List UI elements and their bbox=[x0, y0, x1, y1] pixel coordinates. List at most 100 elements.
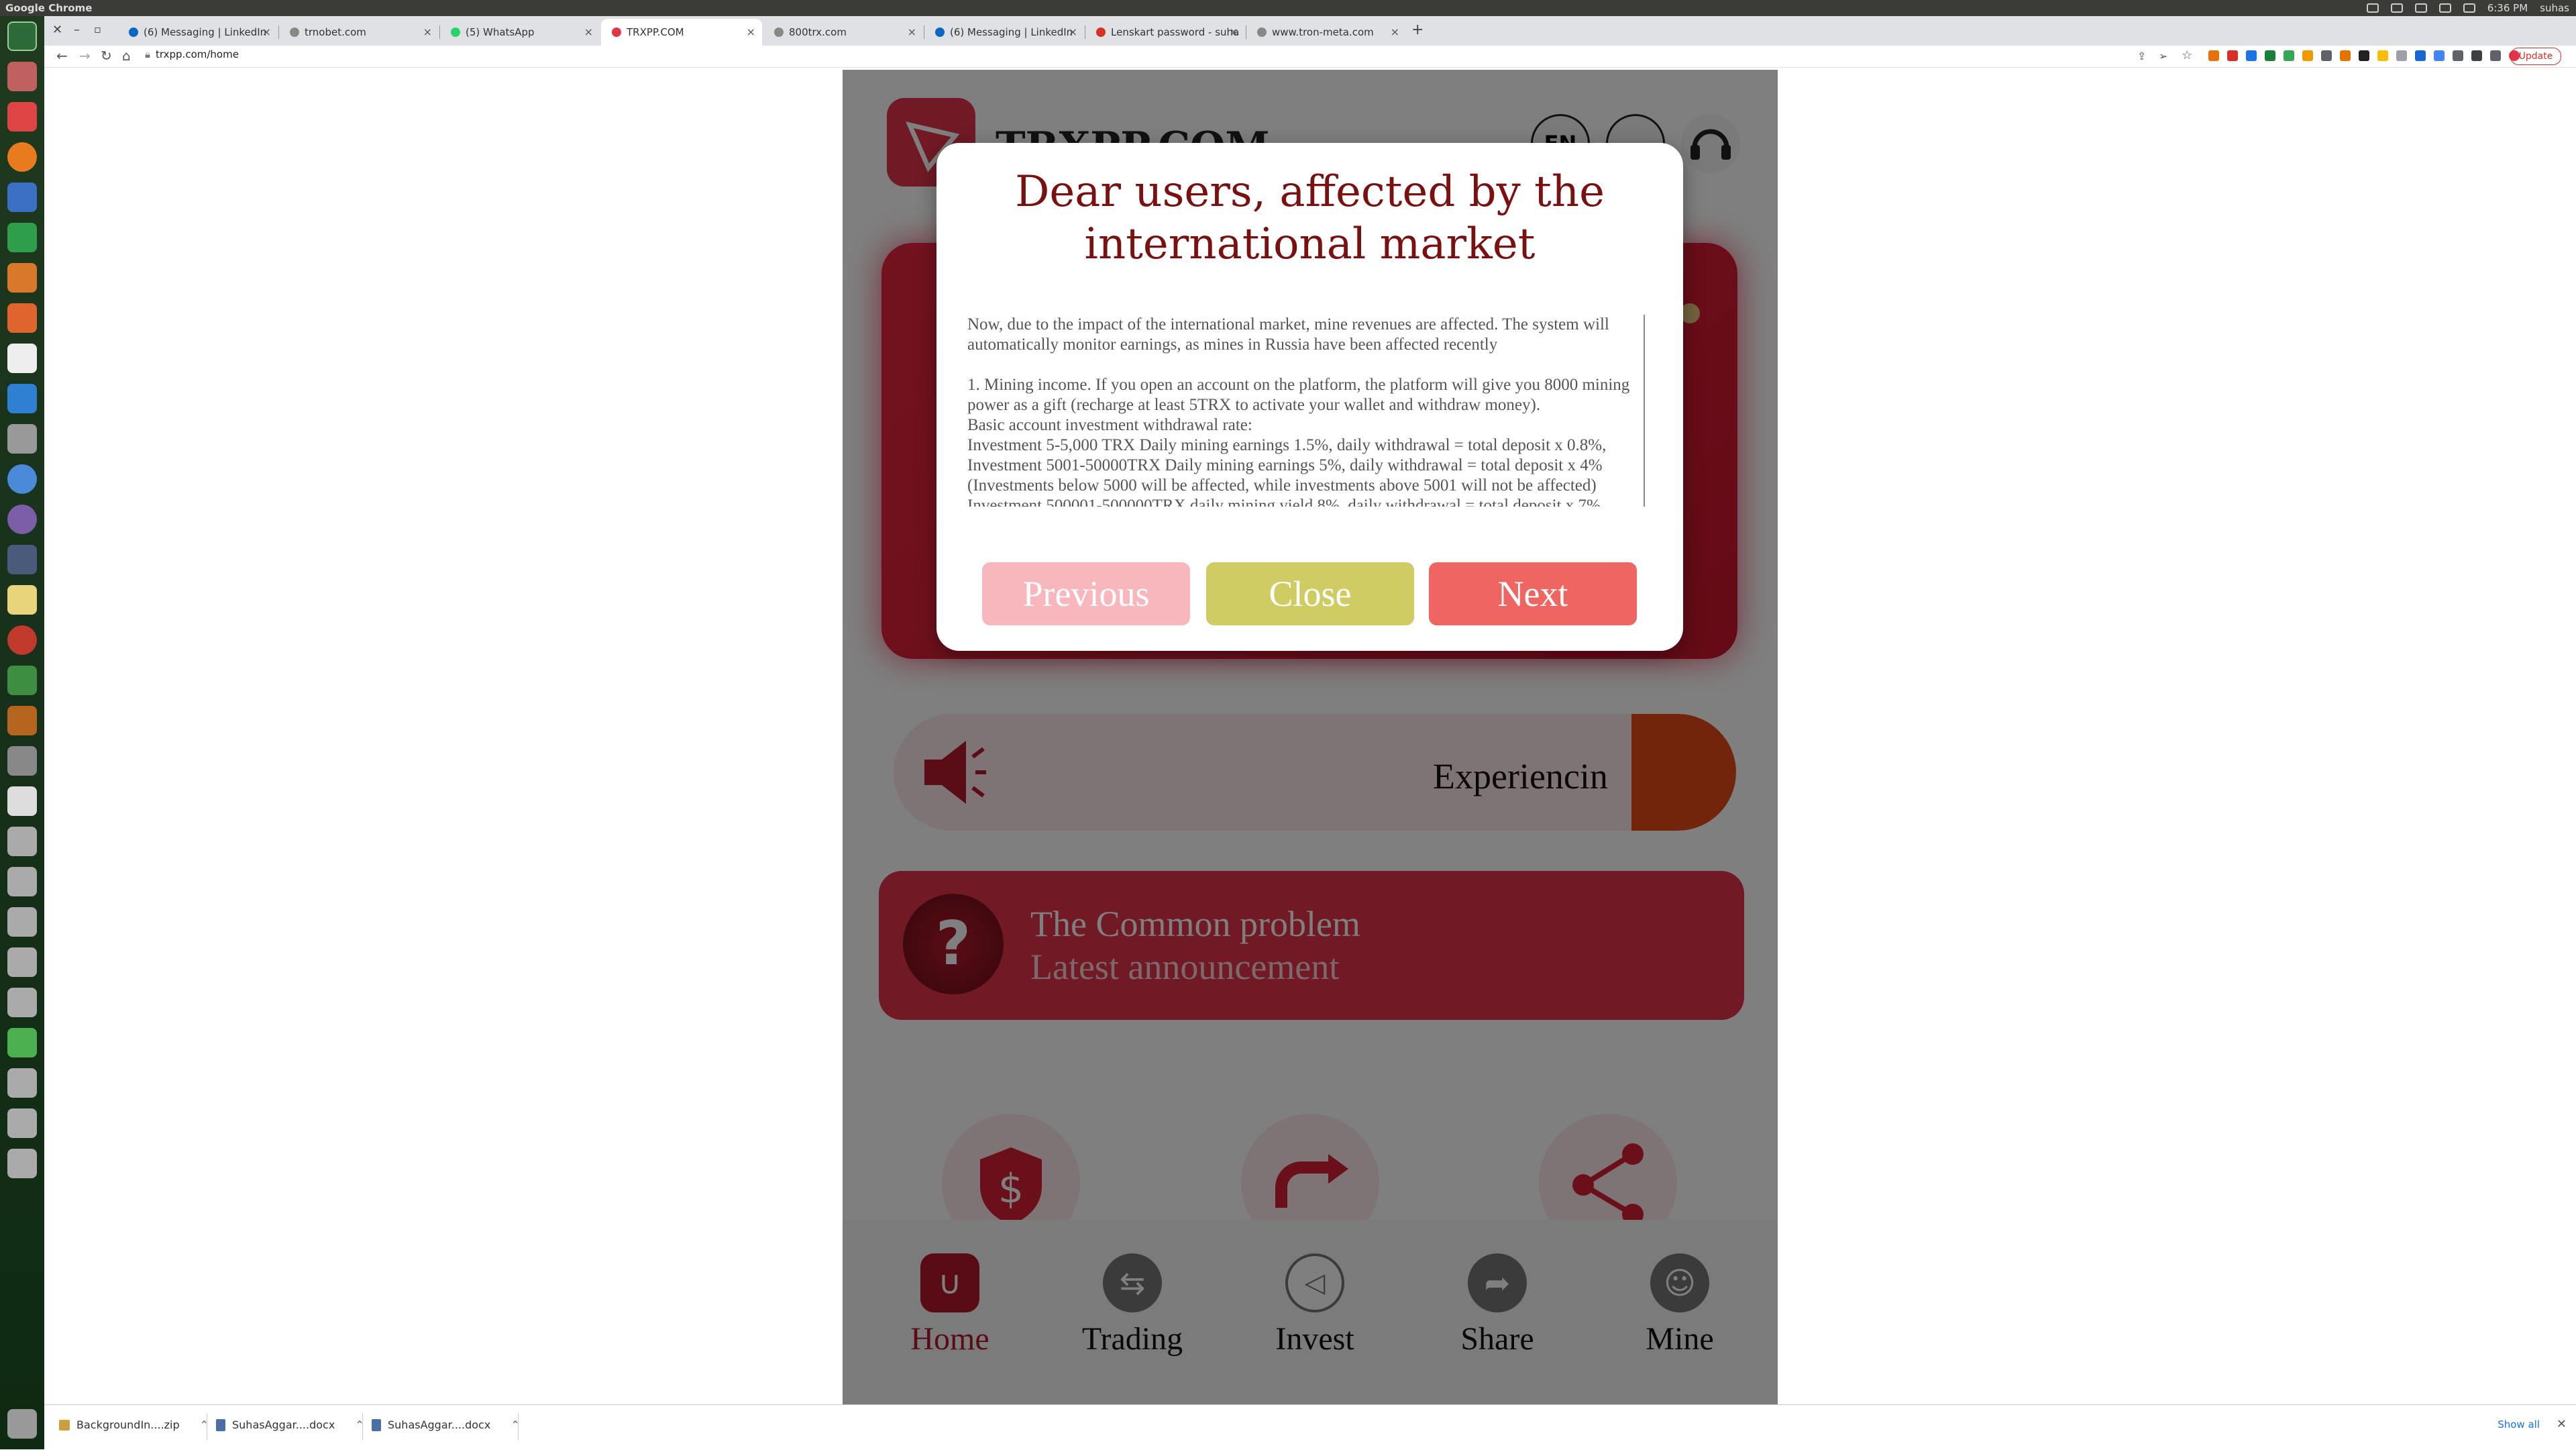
extension-icon[interactable] bbox=[2415, 50, 2426, 61]
tab-trxpp[interactable]: TRXPP.COM × bbox=[601, 19, 762, 46]
tab-tron-meta[interactable]: www.tron-meta.com × bbox=[1246, 19, 1406, 46]
modal-body-scroll[interactable]: Now, due to the impact of the internatio… bbox=[967, 315, 1645, 507]
keyboard-icon[interactable] bbox=[2390, 3, 2403, 13]
send-icon[interactable]: ➢ bbox=[2159, 50, 2167, 62]
extension-icon[interactable] bbox=[2359, 50, 2369, 61]
close-downloads-icon[interactable]: ✕ bbox=[2557, 1417, 2567, 1431]
sidebar-icon[interactable] bbox=[2490, 50, 2501, 61]
drive-icon[interactable] bbox=[7, 988, 37, 1017]
drive-icon[interactable] bbox=[7, 907, 37, 937]
close-button[interactable]: Close bbox=[1206, 562, 1414, 625]
extension-icon[interactable] bbox=[2434, 50, 2445, 61]
bookmark-star-icon[interactable]: ☆ bbox=[2182, 48, 2192, 62]
extension-icon[interactable] bbox=[2246, 50, 2257, 61]
window-close-icon[interactable]: ✕ bbox=[52, 23, 62, 37]
extension-icon[interactable] bbox=[2284, 50, 2294, 61]
tab-close-icon[interactable]: × bbox=[747, 25, 755, 38]
back-icon[interactable]: ← bbox=[56, 48, 68, 64]
reload-icon[interactable]: ↻ bbox=[101, 48, 112, 64]
tab-gmail-lenskart[interactable]: Lenskart password - suha × bbox=[1085, 19, 1245, 46]
download-item[interactable]: BackgroundIn....zip ⌃ bbox=[59, 1418, 209, 1431]
battery-icon[interactable] bbox=[2438, 3, 2451, 13]
download-item[interactable]: SuhasAggar....docx ⌃ bbox=[372, 1418, 520, 1431]
drive-icon[interactable] bbox=[7, 1028, 37, 1057]
lock-icon[interactable]: 🔒︎ bbox=[145, 48, 150, 60]
next-button[interactable]: Next bbox=[1429, 562, 1637, 625]
tab-whatsapp[interactable]: (5) WhatsApp × bbox=[440, 19, 600, 46]
files-app-icon[interactable] bbox=[7, 62, 37, 91]
extension-icon[interactable] bbox=[2377, 50, 2388, 61]
app-icon[interactable] bbox=[7, 746, 37, 776]
tab-close-icon[interactable]: × bbox=[423, 25, 432, 38]
app-icon[interactable] bbox=[7, 625, 37, 655]
calc-icon[interactable] bbox=[7, 223, 37, 252]
drive-icon[interactable] bbox=[7, 1149, 37, 1178]
text-editor-icon[interactable] bbox=[7, 786, 37, 816]
window-minimize-icon[interactable]: – bbox=[74, 23, 80, 37]
writer-icon[interactable] bbox=[7, 183, 37, 212]
drive-icon[interactable] bbox=[7, 1108, 37, 1138]
address-bar[interactable]: 🔒︎ trxpp.com/home bbox=[145, 48, 239, 60]
drive-icon[interactable] bbox=[7, 827, 37, 856]
impress-icon[interactable] bbox=[7, 263, 37, 293]
media-app-icon[interactable] bbox=[7, 102, 37, 132]
extension-icon[interactable] bbox=[2302, 50, 2313, 61]
forward-icon[interactable]: → bbox=[79, 48, 91, 64]
settings-icon[interactable] bbox=[7, 424, 37, 454]
extension-icon[interactable] bbox=[2396, 50, 2407, 61]
chevron-up-icon[interactable]: ⌃ bbox=[200, 1418, 209, 1431]
trash-icon[interactable] bbox=[7, 1409, 37, 1439]
tab-close-icon[interactable]: × bbox=[1069, 25, 1077, 38]
app-icon[interactable] bbox=[7, 706, 37, 735]
modal-paragraph bbox=[967, 355, 1638, 375]
download-divider bbox=[362, 1413, 363, 1440]
software-center-icon[interactable] bbox=[7, 303, 37, 333]
tab-800trx[interactable]: 800trx.com × bbox=[763, 19, 923, 46]
update-chrome-button[interactable]: Update bbox=[2510, 48, 2561, 65]
app-icon[interactable] bbox=[7, 666, 37, 695]
download-filename: SuhasAggar....docx bbox=[388, 1418, 491, 1431]
new-tab-button[interactable]: + bbox=[1411, 21, 1424, 38]
dash-home-icon[interactable] bbox=[7, 21, 37, 51]
extension-icon[interactable] bbox=[2321, 50, 2332, 61]
network-icon[interactable] bbox=[2366, 3, 2379, 13]
active-app-title: Google Chrome bbox=[5, 2, 93, 14]
extension-puzzle-icon[interactable] bbox=[2471, 50, 2482, 61]
window-maximize-icon[interactable]: ▫ bbox=[94, 23, 101, 36]
extension-icon[interactable] bbox=[2208, 50, 2219, 61]
amazon-icon[interactable] bbox=[7, 344, 37, 373]
app-icon[interactable] bbox=[7, 545, 37, 574]
gmail-favicon-icon bbox=[1096, 28, 1106, 37]
download-item[interactable]: SuhasAggar....docx ⌃ bbox=[216, 1418, 364, 1431]
chrome-icon[interactable] bbox=[7, 464, 37, 494]
tab-linkedin-messaging-2[interactable]: (6) Messaging | LinkedIn × bbox=[924, 19, 1084, 46]
tab-close-icon[interactable]: × bbox=[262, 25, 271, 38]
extension-icon[interactable] bbox=[2453, 50, 2463, 61]
clock[interactable]: 6:36 PM bbox=[2487, 2, 2528, 14]
extension-icon[interactable] bbox=[2227, 50, 2238, 61]
home-button-icon[interactable]: ⌂ bbox=[122, 48, 131, 64]
drive-icon[interactable] bbox=[7, 867, 37, 896]
tab-close-icon[interactable]: × bbox=[1230, 25, 1238, 38]
share-page-icon[interactable]: ⇪ bbox=[2137, 50, 2146, 62]
show-all-downloads-button[interactable]: Show all bbox=[2498, 1418, 2540, 1431]
drive-icon[interactable] bbox=[7, 1068, 37, 1098]
tab-close-icon[interactable]: × bbox=[584, 25, 593, 38]
mail-icon[interactable] bbox=[2414, 3, 2427, 13]
tab-close-icon[interactable]: × bbox=[908, 25, 916, 38]
extension-icon[interactable] bbox=[2265, 50, 2275, 61]
volume-icon[interactable] bbox=[2463, 3, 2475, 13]
tab-strip: ✕ – ▫ (6) Messaging | LinkedIn × trnobet… bbox=[44, 16, 2576, 46]
firefox-icon[interactable] bbox=[7, 142, 37, 172]
tab-linkedin-messaging[interactable]: (6) Messaging | LinkedIn × bbox=[118, 19, 278, 46]
notes-icon[interactable] bbox=[7, 585, 37, 615]
app-icon[interactable] bbox=[7, 505, 37, 534]
tab-label: 800trx.com bbox=[789, 26, 847, 38]
vscode-icon[interactable] bbox=[7, 384, 37, 413]
tab-trnobet[interactable]: trnobet.com × bbox=[279, 19, 439, 46]
user-menu[interactable]: suhas bbox=[2540, 2, 2569, 14]
drive-icon[interactable] bbox=[7, 947, 37, 977]
previous-button[interactable]: Previous bbox=[982, 562, 1190, 625]
tab-close-icon[interactable]: × bbox=[1391, 25, 1399, 38]
extension-icon[interactable] bbox=[2340, 50, 2351, 61]
